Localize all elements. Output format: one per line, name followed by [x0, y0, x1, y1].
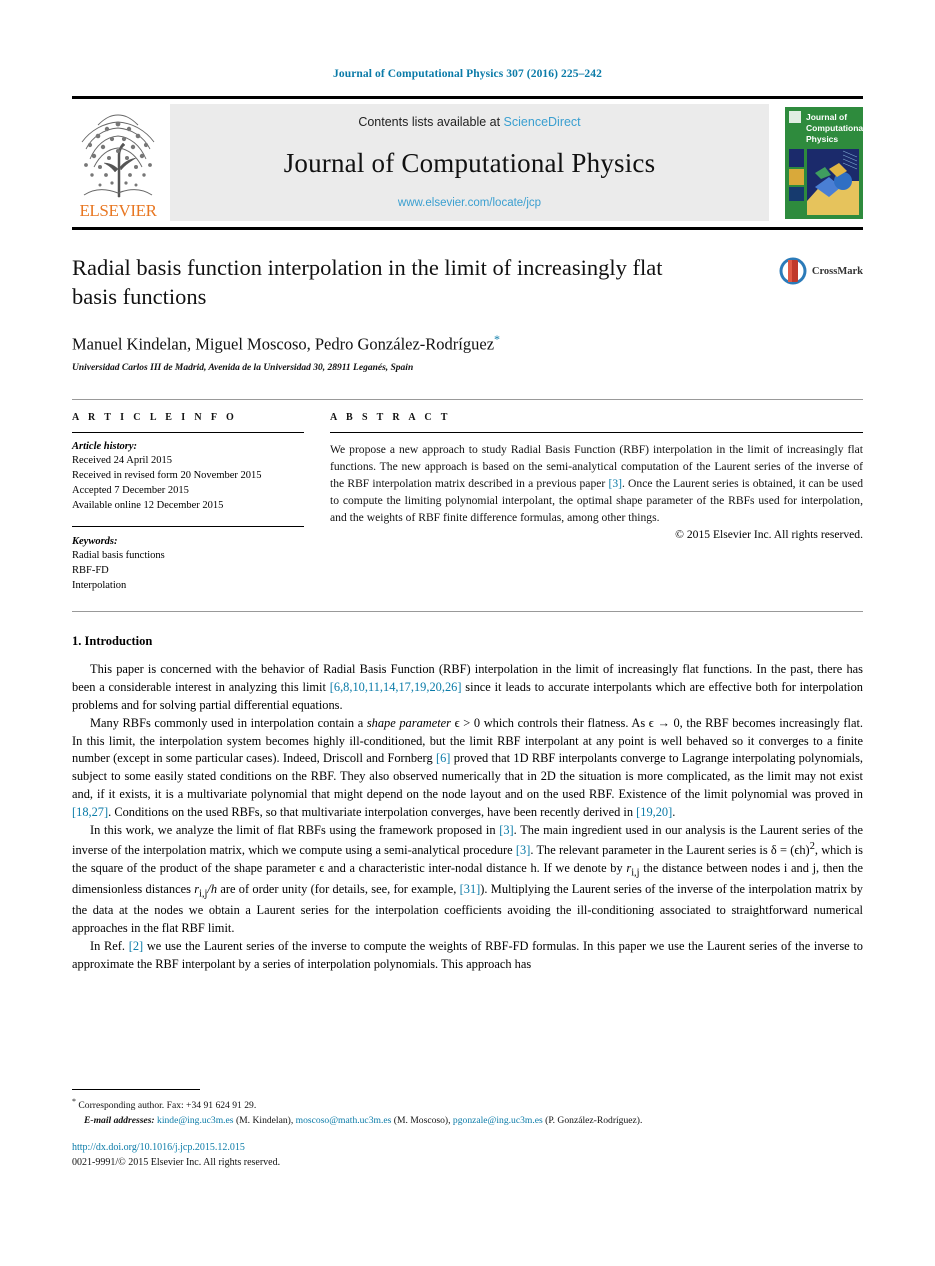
citation-18-27[interactable]: [18,27] [72, 805, 108, 819]
paper-page: Journal of Computational Physics 307 (20… [0, 0, 935, 1266]
journal-homepage-link[interactable]: www.elsevier.com/locate/jcp [398, 197, 541, 209]
svg-text:Journal of: Journal of [806, 112, 847, 122]
history-item: Received 24 April 2015 [72, 455, 173, 467]
title-block: CrossMark Radial basis function interpol… [72, 254, 863, 373]
paragraph-4: In Ref. [2] we use the Laurent series of… [72, 938, 863, 974]
email-link-1[interactable]: kinde@ing.uc3m.es [157, 1115, 234, 1126]
var-r-2-tail: /h [207, 882, 218, 896]
footnote-emails: E-mail addresses: kinde@ing.uc3m.es (M. … [84, 1114, 643, 1126]
article-history-label: Article history: [72, 441, 138, 453]
keywords-label: Keywords: [72, 536, 118, 548]
history-item: Received in revised form 20 November 201… [72, 470, 262, 482]
abstract-citation-3[interactable]: [3] [608, 477, 622, 490]
keyword-item: Interpolation [72, 580, 127, 592]
citation-group-1[interactable]: [6,8,10,11,14,17,19,20,26] [330, 680, 462, 694]
doi-link[interactable]: http://dx.doi.org/10.1016/j.jcp.2015.12.… [72, 1141, 863, 1156]
p4-text-b: we use the Laurent series of the inverse… [72, 939, 863, 971]
crossmark-badge[interactable]: CrossMark [778, 256, 863, 286]
elsevier-wordmark: ELSEVIER [79, 201, 157, 220]
p3-text-f: are of order unity (for details, see, fo… [217, 882, 460, 896]
section-title-introduction: 1. Introduction [72, 634, 153, 649]
contents-available-line: Contents lists available at ScienceDirec… [358, 115, 580, 129]
journal-masthead: ELSEVIER Contents lists available at Sci… [72, 96, 863, 230]
abstract-column: A B S T R A C T We propose a new approac… [330, 412, 863, 593]
email-owner-3: (P. González-Rodríguez) [545, 1114, 640, 1126]
citation-3-first[interactable]: [3] [499, 823, 513, 837]
email-link-3[interactable]: pgonzale@ing.uc3m.es [453, 1115, 543, 1126]
contents-prefix: Contents lists available at [358, 115, 504, 129]
info-abstract-region: A R T I C L E I N F O Article history: R… [72, 399, 863, 593]
abstract-copyright: © 2015 Elsevier Inc. All rights reserved… [675, 528, 863, 542]
doi-block: http://dx.doi.org/10.1016/j.jcp.2015.12.… [72, 1141, 863, 1170]
keywords-group: Keywords: Radial basis functions RBF-FD … [72, 526, 304, 593]
cover-artwork-icon: Journal of Computational Physics [785, 107, 863, 219]
email-owner-1: (M. Kindelan) [235, 1114, 291, 1126]
svg-text:Computational: Computational [806, 123, 863, 133]
journal-banner: Contents lists available at ScienceDirec… [170, 104, 769, 221]
footnote-zone: * Corresponding author. Fax: +34 91 624 … [72, 1089, 863, 1170]
sciencedirect-link[interactable]: ScienceDirect [504, 115, 581, 129]
footnote-star-marker: * [72, 1097, 76, 1107]
var-r-1-subscript: i,j [631, 867, 640, 879]
journal-title: Journal of Computational Physics [283, 147, 656, 178]
email-addresses-label: E-mail addresses: [84, 1114, 155, 1126]
article-info-heading: A R T I C L E I N F O [72, 412, 238, 424]
citation-6[interactable]: [6] [436, 751, 450, 765]
history-item: Available online 12 December 2015 [72, 500, 224, 512]
paragraph-3: In this work, we analyze the limit of fl… [72, 822, 863, 938]
article-info-column: A R T I C L E I N F O Article history: R… [72, 412, 304, 593]
citation-31[interactable]: [31] [460, 882, 481, 896]
email-owner-2: (M. Moscoso) [393, 1114, 449, 1126]
footnote-corresponding-text: Corresponding author. Fax: +34 91 624 91… [78, 1100, 257, 1112]
author-names: Manuel Kindelan, Miguel Moscoso, Pedro G… [72, 334, 495, 354]
p4-text-a: In Ref. [90, 939, 129, 954]
elsevier-logo: ELSEVIER [72, 104, 164, 221]
article-info-rule [72, 432, 304, 434]
author-list: Manuel Kindelan, Miguel Moscoso, Pedro G… [72, 332, 863, 355]
crossmark-label: CrossMark [811, 265, 863, 277]
p3-text-c: . The relevant parameter in the Laurent … [530, 842, 810, 857]
body-separator-rule [72, 611, 863, 613]
footnote-corresponding-author: * Corresponding author. Fax: +34 91 624 … [72, 1096, 863, 1114]
corresponding-author-marker: * [494, 331, 501, 346]
journal-cover-thumbnail: Journal of Computational Physics [777, 104, 863, 221]
keyword-item: Radial basis functions [72, 550, 165, 562]
paragraph-1: This paper is concerned with the behavio… [72, 661, 863, 715]
citation-2[interactable]: [2] [129, 939, 143, 953]
svg-text:Physics: Physics [806, 134, 838, 144]
term-shape-parameter: shape parameter [366, 715, 451, 730]
keyword-item: RBF-FD [72, 565, 109, 577]
running-head: Journal of Computational Physics 307 (20… [333, 68, 602, 80]
affiliation: Universidad Carlos III de Madrid, Avenid… [72, 363, 414, 374]
p2-text-d: . Conditions on the used RBFs, so that m… [108, 804, 637, 819]
abstract-rule [330, 432, 863, 434]
page-title: Radial basis function interpolation in t… [72, 255, 663, 309]
footnote-rule [72, 1089, 200, 1091]
citation-3-second[interactable]: [3] [516, 843, 530, 857]
issn-copyright-line: 0021-9991/© 2015 Elsevier Inc. All right… [72, 1156, 281, 1168]
crossmark-icon [779, 257, 807, 285]
elsevier-tree-icon [76, 109, 160, 201]
p2-text-a: Many RBFs commonly used in interpolation… [90, 715, 367, 730]
history-item: Accepted 7 December 2015 [72, 485, 189, 497]
body-content: 1. Introduction This paper is concerned … [72, 634, 863, 974]
citation-19-20[interactable]: [19,20] [636, 805, 672, 819]
abstract-text: We propose a new approach to study Radia… [330, 441, 863, 526]
p2-text-e: . [672, 804, 676, 819]
abstract-heading: A B S T R A C T [330, 412, 451, 424]
p3-text-a: In this work, we analyze the limit of fl… [90, 822, 500, 837]
paragraph-2: Many RBFs commonly used in interpolation… [72, 715, 863, 822]
email-link-2[interactable]: moscoso@math.uc3m.es [296, 1115, 392, 1126]
